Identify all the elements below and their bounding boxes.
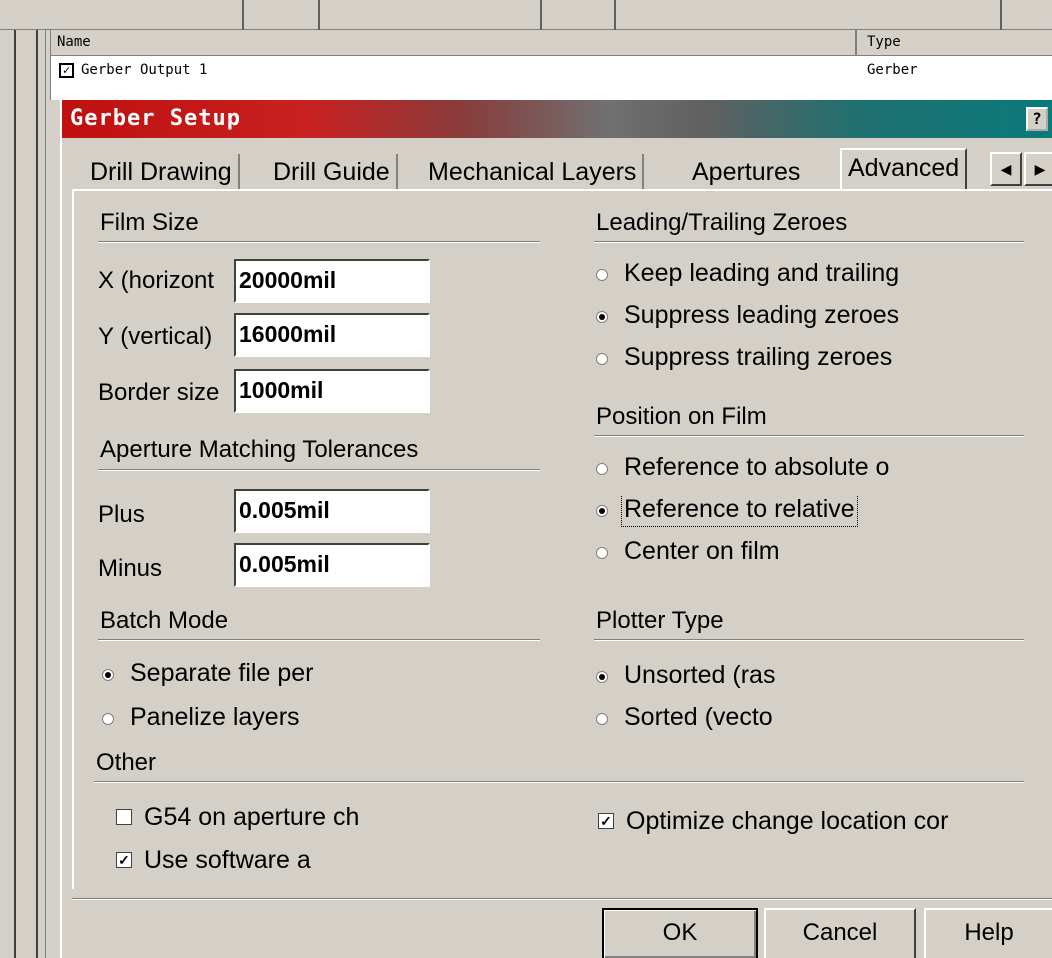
row-type: Gerber bbox=[867, 62, 918, 78]
list-header: Name Type bbox=[51, 30, 1052, 56]
radio-label: Reference to absolute o bbox=[624, 453, 890, 481]
x-horizontal-input[interactable]: 20000mil bbox=[234, 259, 430, 303]
checkbox-unchecked-icon[interactable] bbox=[116, 809, 132, 825]
list-row[interactable]: ✓ Gerber Output 1 Gerber bbox=[51, 60, 1052, 84]
position-absolute-radio[interactable]: Reference to absolute o bbox=[596, 453, 946, 485]
divider bbox=[72, 898, 1052, 900]
batch-panelize-radio[interactable]: Panelize layers bbox=[102, 703, 402, 735]
column-header-type[interactable]: Type bbox=[867, 34, 901, 50]
divider bbox=[594, 435, 1024, 437]
output-list: Name Type ✓ Gerber Output 1 Gerber bbox=[50, 30, 1052, 100]
tab-advanced[interactable]: Advanced bbox=[840, 148, 968, 190]
divider bbox=[36, 0, 38, 958]
plotter-sorted-radio[interactable]: Sorted (vecto bbox=[596, 703, 796, 735]
zeroes-suppress-trailing-radio[interactable]: Suppress trailing zeroes bbox=[596, 343, 946, 375]
cancel-button[interactable]: Cancel bbox=[764, 908, 916, 958]
radio-label: Separate file per bbox=[130, 659, 314, 687]
divider bbox=[242, 0, 244, 30]
help-button[interactable]: Help bbox=[924, 908, 1052, 958]
dialog-title: Gerber Setup bbox=[70, 106, 241, 131]
divider bbox=[98, 469, 540, 471]
checkbox-label: Optimize change location cor bbox=[626, 807, 949, 835]
row-checkbox[interactable]: ✓ bbox=[59, 63, 74, 78]
aperture-tolerances-title: Aperture Matching Tolerances bbox=[100, 436, 419, 463]
zeroes-suppress-leading-radio[interactable]: Suppress leading zeroes bbox=[596, 301, 908, 333]
checkbox-checked-icon[interactable]: ✓ bbox=[116, 852, 132, 868]
minus-label: Minus bbox=[98, 555, 163, 582]
checkbox-label: G54 on aperture ch bbox=[144, 803, 360, 831]
background-toolbar bbox=[0, 0, 1052, 30]
radio-unselected-icon[interactable] bbox=[596, 547, 608, 559]
radio-label: Reference to relative bbox=[621, 495, 858, 527]
plus-label: Plus bbox=[98, 501, 145, 528]
radio-selected-icon[interactable] bbox=[596, 505, 608, 517]
tab-apertures[interactable]: Apertures bbox=[686, 154, 806, 190]
divider bbox=[98, 639, 540, 641]
border-size-label: Border size bbox=[98, 379, 220, 406]
tab-scroll-left-icon[interactable]: ◀ bbox=[990, 152, 1022, 186]
use-software-checkbox-row[interactable]: ✓ Use software a bbox=[116, 846, 406, 878]
divider bbox=[318, 0, 320, 30]
background-left-panel bbox=[0, 0, 46, 958]
y-vertical-label: Y (vertical) bbox=[98, 323, 213, 350]
batch-mode-title: Batch Mode bbox=[100, 607, 229, 634]
column-header-name[interactable]: Name bbox=[57, 34, 91, 50]
position-relative-radio[interactable]: Reference to relative bbox=[596, 495, 916, 529]
film-size-title: Film Size bbox=[100, 209, 199, 236]
radio-unselected-icon[interactable] bbox=[596, 463, 608, 475]
position-title: Position on Film bbox=[596, 403, 767, 430]
radio-label: Center on film bbox=[624, 537, 780, 565]
divider bbox=[14, 0, 16, 958]
radio-label: Suppress leading zeroes bbox=[624, 301, 900, 329]
gerber-setup-dialog: Gerber Setup ? Drill Drawing Drill Guide… bbox=[60, 98, 1052, 958]
row-name: Gerber Output 1 bbox=[81, 62, 208, 78]
help-question-button[interactable]: ? bbox=[1026, 107, 1048, 131]
tab-scroll-right-icon[interactable]: ▶ bbox=[1024, 152, 1052, 186]
column-divider[interactable] bbox=[855, 30, 857, 56]
position-center-radio[interactable]: Center on film bbox=[596, 537, 896, 569]
tab-drill-drawing[interactable]: Drill Drawing bbox=[84, 154, 240, 190]
dialog-titlebar[interactable]: Gerber Setup ? bbox=[62, 100, 1052, 138]
radio-unselected-icon[interactable] bbox=[596, 269, 608, 281]
checkbox-label: Use software a bbox=[144, 846, 311, 874]
radio-label: Panelize layers bbox=[130, 703, 300, 731]
radio-unselected-icon[interactable] bbox=[102, 713, 114, 725]
plotter-unsorted-radio[interactable]: Unsorted (ras bbox=[596, 661, 796, 693]
g54-checkbox-row[interactable]: G54 on aperture ch bbox=[116, 803, 406, 835]
radio-label: Sorted (vecto bbox=[624, 703, 773, 731]
divider bbox=[98, 241, 540, 243]
y-vertical-input[interactable]: 16000mil bbox=[234, 313, 430, 357]
radio-unselected-icon[interactable] bbox=[596, 713, 608, 725]
radio-selected-icon[interactable] bbox=[596, 671, 608, 683]
plotter-type-title: Plotter Type bbox=[596, 607, 724, 634]
x-horizontal-label: X (horizont bbox=[98, 267, 215, 294]
ok-button[interactable]: OK bbox=[602, 908, 758, 958]
tab-mechanical-layers[interactable]: Mechanical Layers bbox=[422, 154, 645, 190]
other-title: Other bbox=[96, 749, 157, 776]
radio-selected-icon[interactable] bbox=[596, 311, 608, 323]
radio-label: Suppress trailing zeroes bbox=[624, 343, 893, 371]
optimize-checkbox-row[interactable]: ✓ Optimize change location cor bbox=[598, 807, 1014, 839]
border-size-input[interactable]: 1000mil bbox=[234, 369, 430, 413]
radio-label: Unsorted (ras bbox=[624, 661, 776, 689]
radio-label: Keep leading and trailing bbox=[624, 259, 900, 287]
checkbox-checked-icon[interactable]: ✓ bbox=[598, 813, 614, 829]
divider bbox=[594, 241, 1024, 243]
radio-unselected-icon[interactable] bbox=[596, 353, 608, 365]
plus-input[interactable]: 0.005mil bbox=[234, 489, 430, 533]
radio-selected-icon[interactable] bbox=[102, 669, 114, 681]
tab-drill-guide[interactable]: Drill Guide bbox=[267, 154, 398, 190]
tab-strip: Drill Drawing Drill Guide Mechanical Lay… bbox=[62, 148, 1052, 190]
divider bbox=[540, 0, 542, 30]
advanced-panel: Film Size X (horizont 20000mil Y (vertic… bbox=[72, 189, 1052, 889]
batch-separate-radio[interactable]: Separate file per bbox=[102, 659, 402, 691]
divider bbox=[94, 781, 1024, 783]
minus-input[interactable]: 0.005mil bbox=[234, 543, 430, 587]
zeroes-keep-radio[interactable]: Keep leading and trailing bbox=[596, 259, 936, 291]
zeroes-title: Leading/Trailing Zeroes bbox=[596, 209, 848, 236]
divider bbox=[594, 639, 1024, 641]
divider bbox=[614, 0, 616, 30]
divider bbox=[1000, 0, 1002, 30]
